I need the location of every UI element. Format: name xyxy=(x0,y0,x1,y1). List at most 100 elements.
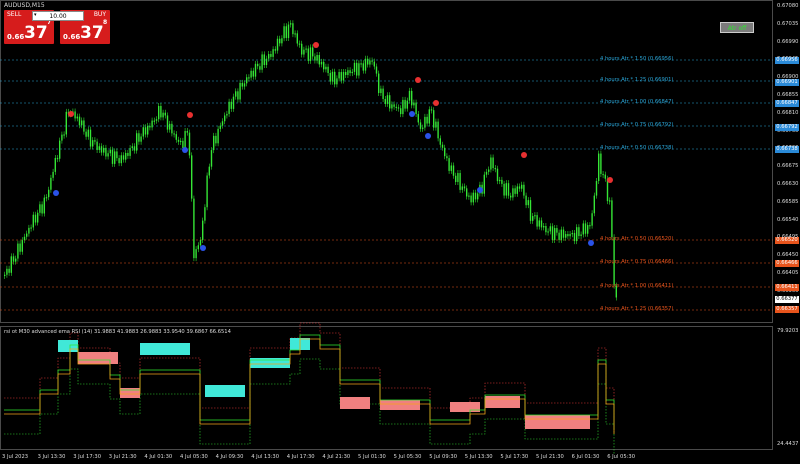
candle-body xyxy=(470,195,472,203)
candle-body xyxy=(336,78,338,85)
candle-body xyxy=(501,179,503,184)
candle-body xyxy=(131,146,133,149)
candle-body xyxy=(202,220,204,241)
candle-body xyxy=(175,134,177,140)
candle-body xyxy=(364,58,367,71)
candle-body xyxy=(505,183,507,196)
candle-body xyxy=(39,204,41,213)
sell-arrow xyxy=(415,77,421,83)
sell-arrow xyxy=(607,177,613,183)
candle-body xyxy=(259,66,261,70)
lot-size-input[interactable]: 10.00 xyxy=(32,11,84,21)
candle-body xyxy=(540,220,543,228)
rsi-fill xyxy=(340,397,370,409)
candle-body xyxy=(589,225,591,227)
candle-body xyxy=(408,90,411,101)
candle-body xyxy=(373,61,375,67)
lot-dropdown-icon[interactable]: ▾ xyxy=(34,12,37,18)
candle-body xyxy=(307,48,309,61)
candle-body xyxy=(237,91,239,100)
buy-price-prefix: 0.66 xyxy=(63,33,81,41)
candle-body xyxy=(452,165,455,176)
time-axis-label: 5 Jul 05:30 xyxy=(393,454,422,460)
candle-body xyxy=(65,111,67,135)
candle-body xyxy=(87,129,89,137)
atr-level-label: 4 hours Atr * 1.00 (0.66411) xyxy=(600,283,674,289)
candle-body xyxy=(492,157,494,168)
candle-body xyxy=(428,109,430,124)
symbol-title: AUDUSD,M15 xyxy=(4,2,45,9)
candle-body xyxy=(98,146,100,150)
chart-drawing xyxy=(0,20,773,454)
candle-body xyxy=(105,147,107,157)
candle-body xyxy=(554,228,556,240)
rsi-fill xyxy=(450,402,480,412)
candle-body xyxy=(600,153,602,174)
candle-body xyxy=(490,157,492,170)
candle-body xyxy=(483,174,485,194)
candle-body xyxy=(437,121,439,139)
candle-body xyxy=(402,99,404,115)
candle-body xyxy=(375,66,378,74)
candle-body xyxy=(120,155,122,164)
candle-body xyxy=(208,166,210,176)
price-tag: 0.66520 xyxy=(775,237,799,244)
candle-body xyxy=(378,73,380,94)
candle-body xyxy=(144,127,147,135)
candle-body xyxy=(100,146,103,153)
candle-body xyxy=(96,141,98,150)
candle-body xyxy=(538,220,540,227)
candle-body xyxy=(182,140,184,149)
candle-body xyxy=(276,38,279,51)
candle-body xyxy=(83,120,85,132)
candle-body xyxy=(274,49,276,51)
candle-body xyxy=(45,197,48,199)
upper-band xyxy=(4,322,615,418)
sell-arrow xyxy=(521,152,527,158)
candle-body xyxy=(356,62,358,76)
candle-body xyxy=(151,120,153,128)
candle-body xyxy=(118,158,120,164)
candle-body xyxy=(186,131,188,133)
candle-body xyxy=(111,149,114,164)
candle-body xyxy=(142,127,144,137)
indicator-axis-top: 79.9203 xyxy=(777,328,799,334)
time-axis-label: 6 Jul 05:30 xyxy=(607,454,635,460)
candle-body xyxy=(226,113,228,116)
candle-body xyxy=(224,115,226,122)
time-axis-label: 4 Jul 13:30 xyxy=(251,454,279,460)
candle-body xyxy=(441,144,444,148)
candle-body xyxy=(206,175,208,208)
one-click-trading-panel: SELL 0.66 37 7 BUY 0.66 37 8 10.00 ▾ xyxy=(4,10,110,44)
candle-body xyxy=(52,171,54,178)
candle-body xyxy=(404,99,406,109)
candle-body xyxy=(604,174,606,179)
candle-body xyxy=(246,77,248,84)
candle-body xyxy=(567,234,569,237)
candle-body xyxy=(435,121,437,128)
atr-toggle-button[interactable]: Atr off xyxy=(720,22,754,33)
time-axis-label: 5 Jul 01:30 xyxy=(358,454,386,460)
candle-body xyxy=(164,112,166,116)
price-axis-label: 0.66540 xyxy=(777,216,799,223)
candle-body xyxy=(433,110,435,128)
candle-body xyxy=(215,135,217,144)
candle-body xyxy=(265,58,268,65)
candle-body xyxy=(472,192,474,203)
candle-body xyxy=(19,243,21,252)
candle-body xyxy=(389,95,391,109)
candle-body xyxy=(430,109,433,111)
candle-body xyxy=(426,116,428,124)
candle-body xyxy=(48,189,50,198)
candle-body xyxy=(351,71,353,74)
candle-body xyxy=(358,63,360,76)
candle-body xyxy=(499,179,501,182)
candle-body xyxy=(391,104,393,109)
candle-body xyxy=(386,95,389,104)
price-tag: 0.66956 xyxy=(775,57,799,64)
candle-body xyxy=(125,152,127,160)
sell-label: SELL xyxy=(7,11,22,18)
candle-body xyxy=(463,186,466,189)
candle-body xyxy=(296,33,298,44)
candle-body xyxy=(210,150,213,167)
